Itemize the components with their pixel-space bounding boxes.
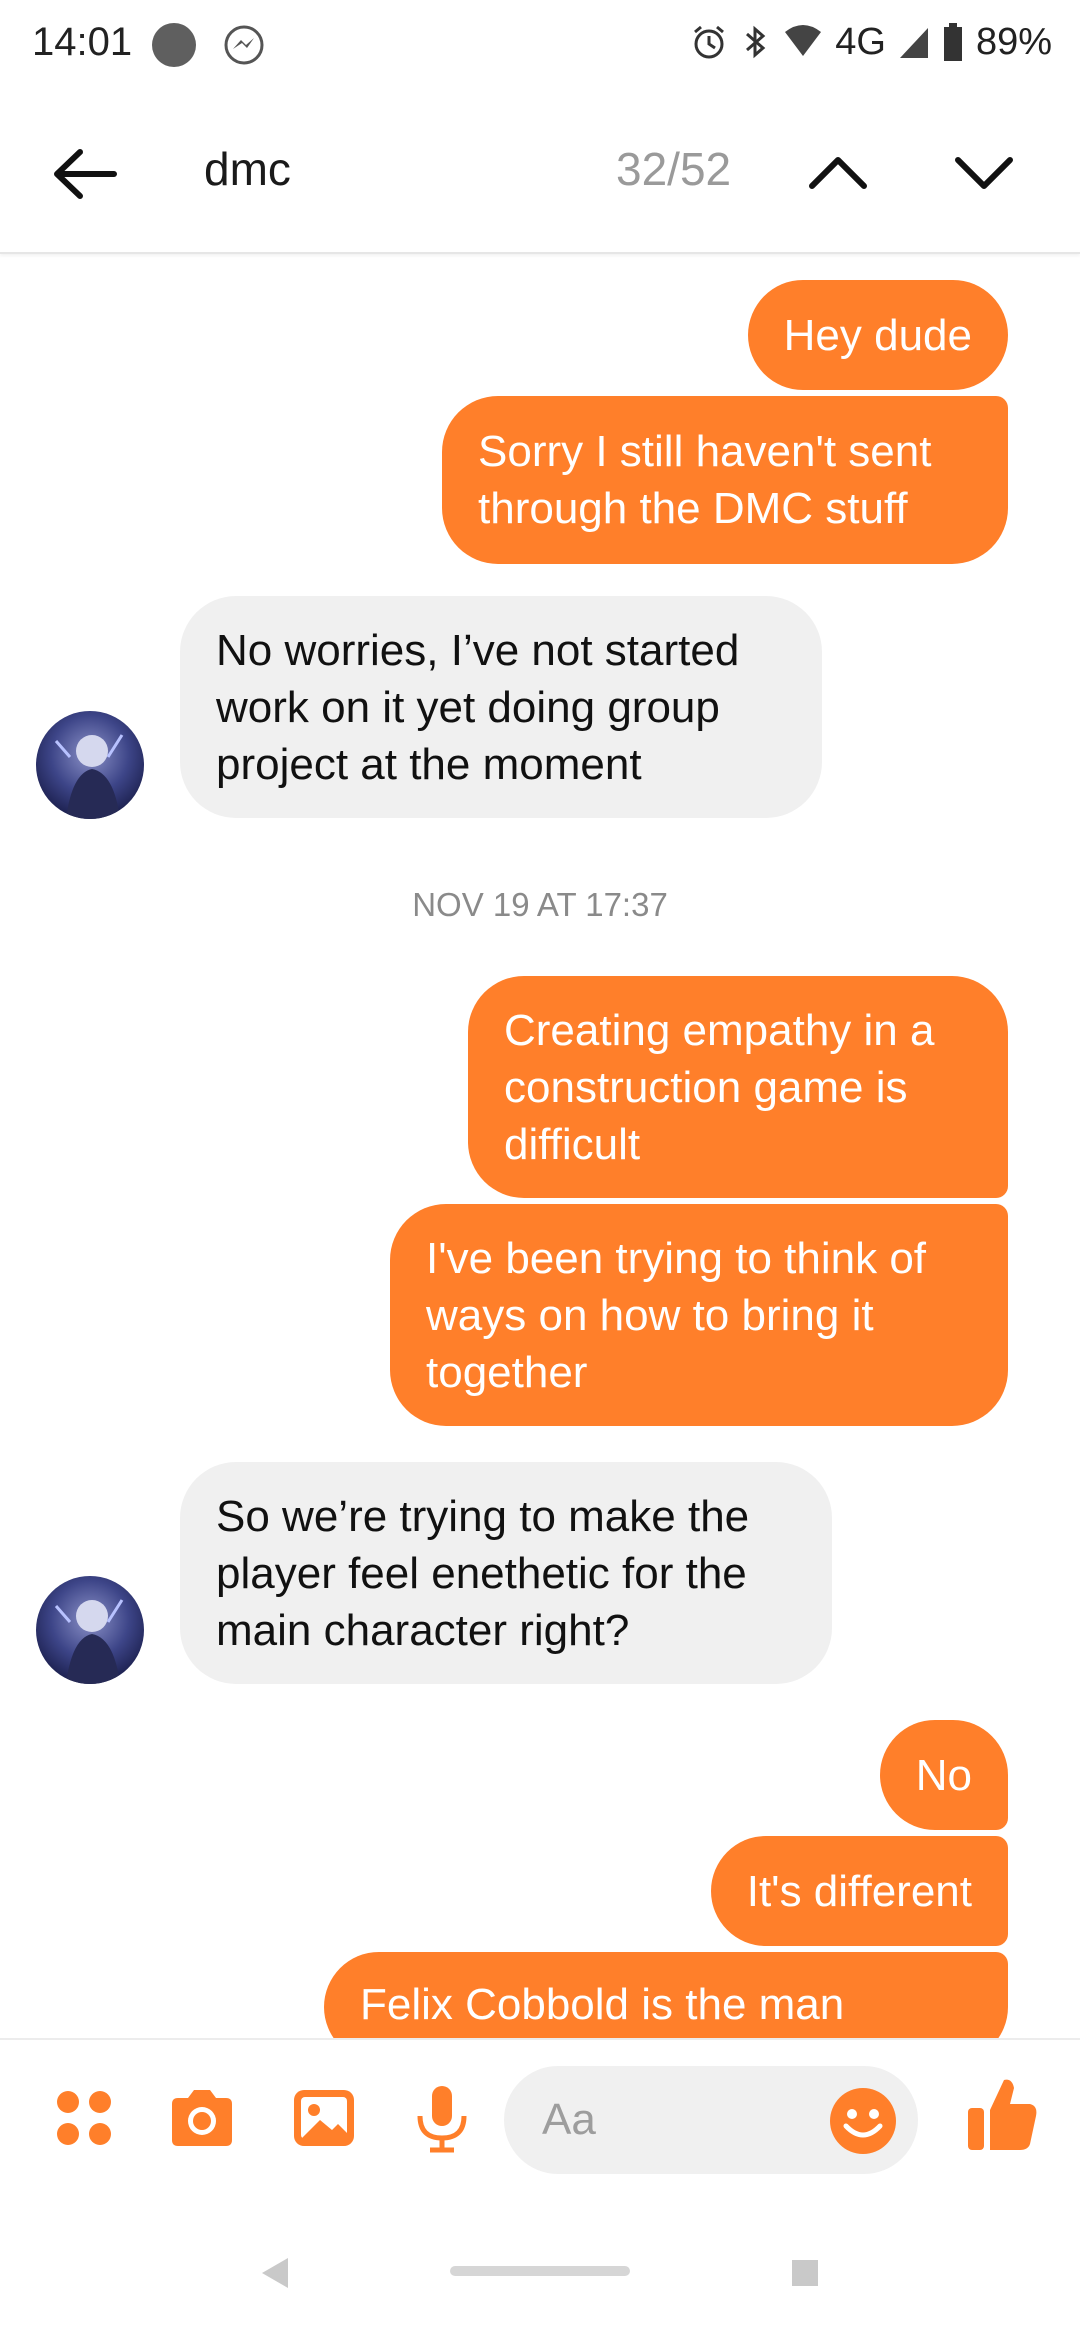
- microphone-icon[interactable]: [406, 2082, 478, 2154]
- message-text: No: [915, 1750, 972, 1800]
- contact-avatar[interactable]: [36, 1576, 144, 1684]
- message-composer: [0, 2038, 1080, 2198]
- message-input-container[interactable]: [504, 2066, 918, 2174]
- outgoing-message[interactable]: It's different: [710, 1836, 1008, 1946]
- bluetooth-icon: [746, 25, 766, 59]
- status-time: 14:01: [32, 20, 133, 64]
- back-arrow-icon[interactable]: [44, 134, 124, 214]
- battery-icon: [943, 23, 962, 61]
- outgoing-message[interactable]: Felix Cobbold is the man: [324, 1952, 1008, 2038]
- message-list[interactable]: Hey dude Sorry I still haven't sent thro…: [0, 256, 1080, 2038]
- notification-dot-icon: [152, 23, 196, 67]
- wifi-icon: [785, 25, 822, 56]
- nav-recents-icon[interactable]: [792, 2260, 818, 2286]
- outgoing-message[interactable]: Hey dude: [747, 280, 1008, 390]
- message-text: It's different: [746, 1866, 972, 1916]
- message-text: So we’re trying to make the player feel …: [216, 1491, 750, 1655]
- incoming-message[interactable]: So we’re trying to make the player feel …: [180, 1462, 832, 1684]
- message-text: Creating empathy in a construction game …: [504, 1005, 935, 1169]
- battery-percent: 89%: [975, 20, 1052, 63]
- chevron-up-icon[interactable]: [800, 142, 876, 202]
- status-bar: 14:01 4G 89%: [0, 0, 1080, 90]
- incoming-message[interactable]: No worries, I’ve not started work on it …: [180, 596, 822, 818]
- thumbs-up-icon[interactable]: [964, 2074, 1040, 2154]
- match-counter: 32/52: [616, 143, 732, 195]
- messenger-notification-icon: [224, 25, 264, 65]
- message-input[interactable]: [542, 2090, 802, 2150]
- outgoing-message[interactable]: Sorry I still haven't sent through the D…: [442, 396, 1008, 564]
- emoji-icon[interactable]: [828, 2086, 898, 2156]
- status-icons: 4G 89%: [689, 18, 1052, 66]
- network-type: 4G: [835, 20, 886, 63]
- message-timestamp: NOV 19 AT 17:37: [412, 886, 668, 923]
- chevron-down-icon[interactable]: [946, 142, 1022, 202]
- outgoing-message[interactable]: I've been trying to think of ways on how…: [390, 1204, 1008, 1426]
- signal-icon: [899, 28, 928, 58]
- system-navigation-bar: [0, 2198, 1080, 2340]
- search-header: dmc 32/52: [0, 90, 1080, 254]
- menu-dots-icon[interactable]: [48, 2082, 120, 2154]
- message-text: Hey dude: [783, 310, 972, 360]
- message-text: No worries, I’ve not started work on it …: [216, 625, 740, 789]
- outgoing-message[interactable]: Creating empathy in a construction game …: [468, 976, 1008, 1198]
- alarm-icon: [694, 25, 725, 59]
- outgoing-message[interactable]: No: [879, 1720, 1008, 1830]
- message-text: I've been trying to think of ways on how…: [426, 1233, 927, 1397]
- message-text: Sorry I still haven't sent through the D…: [478, 427, 932, 533]
- nav-back-icon[interactable]: [260, 2256, 290, 2290]
- contact-avatar[interactable]: [36, 711, 144, 819]
- search-query[interactable]: dmc: [204, 142, 291, 196]
- camera-icon[interactable]: [166, 2082, 238, 2154]
- nav-home-pill[interactable]: [450, 2266, 630, 2276]
- gallery-icon[interactable]: [288, 2082, 360, 2154]
- message-text: Felix Cobbold is the man: [360, 1980, 845, 2029]
